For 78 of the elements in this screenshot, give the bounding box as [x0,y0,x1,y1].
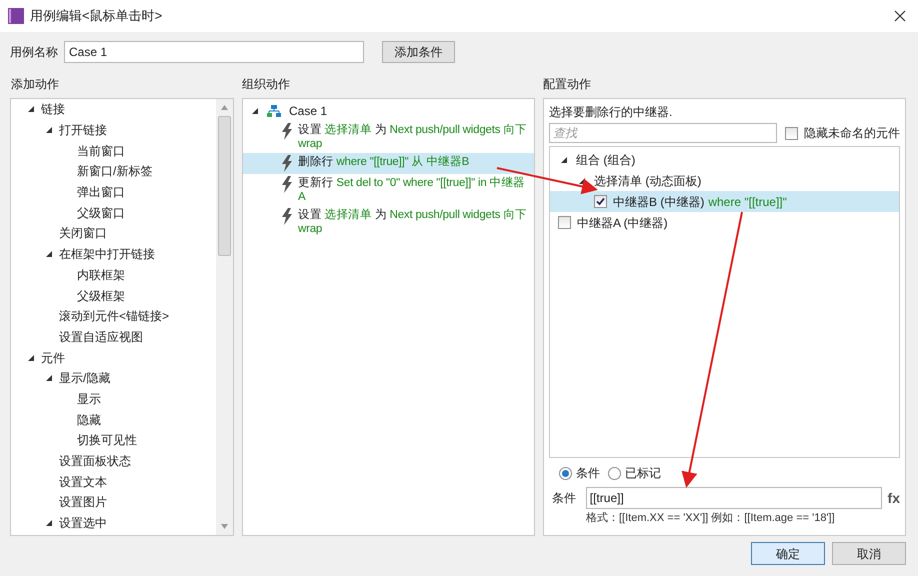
tree-item[interactable]: 新窗口/新标签 [77,162,152,180]
case-label[interactable]: Case 1 [289,102,328,120]
expand-triangle-icon[interactable] [27,105,35,114]
checkmark-icon [596,197,605,206]
action-row[interactable]: 设置 选择清单 为 Next push/pull widgets 向下 wrap [243,206,534,238]
condition-text: where "[[true]]" [708,194,787,210]
format-hint: 格式：[[Item.XX == 'XX']] 例如：[[Item.age == '18']] [585,511,836,526]
expand-triangle-icon[interactable] [45,519,53,528]
tree-item[interactable]: 父级框架 [77,286,125,305]
tree-item[interactable]: 弹出窗口 [77,183,125,202]
radio-button[interactable] [608,466,621,480]
expand-triangle-icon[interactable] [45,250,53,258]
checkbox-label[interactable]: 隐藏未命名的元件 [804,124,900,142]
cancel-button[interactable]: 取消 [832,542,906,565]
tree-item[interactable]: 中继器B (中继器) [613,192,704,210]
action-row[interactable]: 设置 选择清单 为 Next push/pull widgets 向下 wrap [243,121,534,153]
lightning-icon [281,123,293,140]
search-field[interactable]: 查找 [549,123,777,143]
instruction-text: 选择要删除行的中继器. [549,104,674,121]
expand-triangle-icon[interactable] [251,107,259,115]
section-title: 配置动作 [543,76,592,93]
expand-triangle-icon[interactable] [27,354,35,362]
tree-item[interactable]: 组合 (组合) [576,150,636,168]
section-title: 添加动作 [10,76,60,93]
action-text: 更新行 Set del to "0" where "[[true]]" in 中继器A [298,176,526,204]
expand-triangle-icon[interactable] [45,126,53,134]
action-row[interactable]: 更新行 Set del to "0" where "[[true]]" in 中继器A [243,174,534,206]
tree-item[interactable]: 父级窗口 [77,204,125,222]
expand-triangle-icon[interactable] [45,374,53,382]
tree-item[interactable]: 打开链接 [59,121,107,140]
close-icon[interactable] [894,10,906,22]
radio-label[interactable]: 已标记 [625,464,661,482]
tree-item[interactable]: 设置文本 [59,472,107,491]
condition-field[interactable]: [[true]] [586,487,882,509]
tree-item[interactable]: 设置自适应视图 [59,328,143,346]
window-title: 用例编辑<鼠标单击时> [30,7,162,26]
radio-label[interactable]: 条件 [576,464,600,482]
tree-row-highlight[interactable]: 中继器B (中继器) where "[[true]]" [550,191,899,212]
field-label: 用例名称 [10,44,58,61]
app-logo-icon [8,8,24,24]
lightning-icon [281,208,293,225]
add-condition-button[interactable]: 添加条件 [382,41,455,63]
action-row[interactable]: 删除行 where "[[true]]" 从 中继器B [243,153,534,174]
checkbox[interactable] [594,195,607,208]
ok-button[interactable]: 确定 [751,542,825,565]
tree-item[interactable]: 设置图片 [59,493,107,512]
action-text: 设置 选择清单 为 Next push/pull widgets 向下 wrap [298,208,528,236]
expand-triangle-icon[interactable] [560,156,568,164]
tree-item[interactable]: 显示 [77,390,101,408]
lightning-icon [281,176,293,193]
section-title: 组织动作 [242,76,291,93]
case-name-field[interactable]: Case 1 [64,41,364,63]
tree-item[interactable]: 当前窗口 [77,142,125,160]
tree-item[interactable]: 内联框架 [77,266,125,284]
tree-item[interactable]: 选择清单 (动态面板) [594,172,702,190]
tree-item[interactable]: 显示/隐藏 [59,369,110,388]
action-text: 删除行 where "[[true]]" 从 中继器B [298,155,470,169]
scrollbar-thumb[interactable] [218,116,231,256]
fx-button[interactable]: fx [888,488,900,508]
tree-item[interactable]: 元件 [41,348,65,367]
expand-triangle-icon[interactable] [578,176,586,184]
tree-item[interactable]: 设置面板状态 [59,452,131,470]
scrollbar[interactable] [216,99,233,535]
tree-item[interactable]: 滚动到元件<锚链接> [59,307,170,326]
flowchart-icon [267,105,281,117]
checkbox[interactable] [558,216,571,229]
tree-item[interactable]: 中继器A (中继器) [577,214,668,232]
tree-item[interactable]: 链接 [41,100,65,118]
radio-button[interactable] [559,466,572,480]
field-label: 条件 [551,490,577,507]
tree-item[interactable]: 切换可见性 [77,431,137,450]
tree-item[interactable]: 在框架中打开链接 [59,245,155,264]
tree-item[interactable]: 隐藏 [77,410,101,429]
tree-item[interactable]: 设置选中 [59,514,107,532]
tree-item[interactable]: 关闭窗口 [59,224,107,242]
lightning-icon [281,155,293,172]
checkbox[interactable] [785,126,798,140]
action-text: 设置 选择清单 为 Next push/pull widgets 向下 wrap [298,123,528,151]
